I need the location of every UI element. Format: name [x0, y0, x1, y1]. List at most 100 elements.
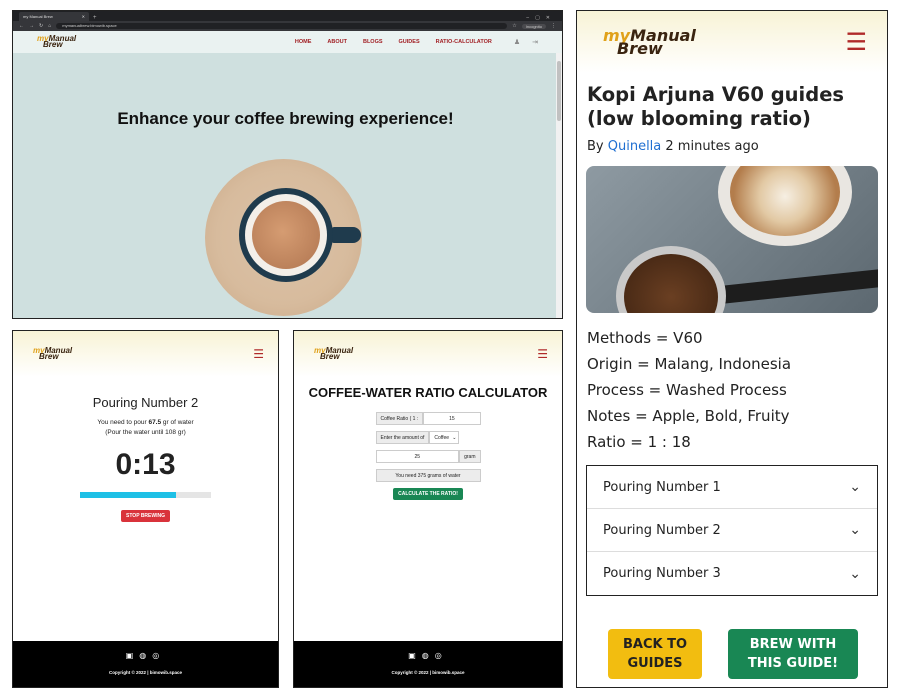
amount-input[interactable]: 25	[375, 450, 460, 463]
info-origin: Origin = Malang, Indonesia	[587, 355, 792, 373]
browser-tab[interactable]: my Manual Brew ✕	[19, 12, 89, 21]
calculate-ratio-button[interactable]: CALCULATE THE RATIO!	[393, 488, 463, 500]
logo-text-brew: Brew	[43, 40, 63, 49]
guide-info: Methods = V60 Origin = Malang, Indonesia…	[587, 325, 877, 455]
timer-screenshot: myManual Brew ☰ Pouring Number 2 You nee…	[12, 330, 279, 688]
back-to-guides-button[interactable]: BACK TO GUIDES	[608, 629, 702, 679]
instruction-amount: 67.5	[148, 419, 162, 426]
stop-brewing-button[interactable]: STOP BREWING	[121, 510, 170, 522]
chevron-down-icon: ⌄	[849, 522, 861, 538]
guide-screenshot: myManual Brew ☰ Kopi Arjuna V60 guides (…	[576, 10, 888, 688]
hero-section: Enhance your coffee brewing experience!	[13, 53, 558, 318]
back-button-line2: GUIDES	[627, 656, 683, 671]
pour-progress-fill	[80, 492, 176, 498]
browser-tab-title: my Manual Brew	[23, 14, 53, 19]
countdown-clock: 0:13	[115, 448, 176, 481]
hamburger-menu-icon[interactable]: ☰	[253, 348, 264, 360]
linkedin-icon[interactable]: ▣	[408, 651, 422, 660]
mobile-header: myManual Brew ☰	[577, 11, 887, 73]
nav-menu: HOME ABOUT BLOGS GUIDES RATIO-CALCULATOR	[295, 39, 492, 45]
incognito-badge[interactable]: Incognito	[521, 23, 546, 29]
mobile-header: myManual Brew ☰	[294, 331, 562, 377]
info-ratio: Ratio = 1 : 18	[587, 433, 691, 451]
quantity-row: 25 gram	[375, 450, 481, 463]
cup-handle-image	[331, 227, 361, 243]
site-logo[interactable]: myManual Brew	[603, 28, 696, 57]
linkedin-icon[interactable]: ▣	[126, 651, 140, 660]
back-icon[interactable]: ←	[19, 23, 24, 29]
nav-about[interactable]: ABOUT	[327, 39, 347, 45]
accordion-item[interactable]: Pouring Number 3 ⌄	[587, 552, 877, 595]
brew-button-line2: THIS GUIDE!	[747, 656, 839, 671]
chevron-down-icon: ⌄	[452, 434, 457, 441]
instagram-icon[interactable]: ◎	[152, 651, 165, 660]
ratio-row: Coffee Ratio ( 1 : 15	[375, 412, 481, 425]
nav-blogs[interactable]: BLOGS	[363, 39, 383, 45]
nav-home[interactable]: HOME	[295, 39, 312, 45]
globe-icon[interactable]: ◍	[139, 651, 152, 660]
reload-icon[interactable]: ↻	[39, 23, 43, 29]
accordion-item[interactable]: Pouring Number 1 ⌄	[587, 466, 877, 509]
ingredient-select[interactable]: Coffee ⌄	[429, 431, 460, 444]
guide-title: Kopi Arjuna V60 guides (low blooming rat…	[587, 83, 845, 130]
ratio-form: Coffee Ratio ( 1 : 15 Enter the amount o…	[375, 412, 481, 500]
nav-ratio-calculator[interactable]: RATIO-CALCULATOR	[436, 39, 492, 45]
coffee-surface-image	[252, 201, 320, 269]
logo-text-brew: Brew	[320, 352, 340, 361]
site-navbar: myManual Brew HOME ABOUT BLOGS GUIDES RA…	[13, 31, 562, 53]
guide-actions: BACK TO GUIDES BREW WITH THIS GUIDE!	[577, 629, 887, 679]
ratio-input[interactable]: 15	[423, 412, 481, 425]
portafilter-handle-image	[705, 268, 878, 306]
byline-time: 2 minutes ago	[661, 139, 759, 154]
accordion-item-label: Pouring Number 3	[603, 566, 721, 581]
new-tab-icon[interactable]: +	[93, 15, 97, 21]
social-icons: ▣◍◎	[13, 641, 278, 660]
nav-icons: ♟ ⇥	[514, 38, 538, 46]
hamburger-menu-icon[interactable]: ☰	[845, 30, 867, 54]
hamburger-menu-icon[interactable]: ☰	[537, 348, 548, 360]
scrollbar[interactable]	[556, 53, 562, 318]
footer-copyright: Copyright © 2022 | bimowib.space	[391, 670, 465, 675]
close-icon[interactable]: ✕	[82, 14, 85, 19]
menu-kebab-icon[interactable]: ⋮	[551, 23, 556, 29]
social-icons: ▣◍◎	[294, 641, 562, 660]
mobile-header: myManual Brew ☰	[13, 331, 278, 377]
pouring-title: Pouring Number 2	[92, 395, 199, 410]
ratio-result: You need 375 grams of water	[375, 469, 481, 482]
accordion-item[interactable]: Pouring Number 2 ⌄	[587, 509, 877, 552]
info-notes: Notes = Apple, Bold, Fruity	[587, 407, 790, 425]
pour-progress-bar	[80, 492, 211, 498]
guide-photo	[586, 166, 878, 313]
chevron-down-icon: ⌄	[849, 479, 861, 495]
site-logo[interactable]: myManual Brew	[33, 347, 72, 361]
info-methods: Methods = V60	[587, 329, 703, 347]
scrollbar-thumb[interactable]	[557, 61, 561, 121]
brew-with-guide-button[interactable]: BREW WITH THIS GUIDE!	[728, 629, 858, 679]
chevron-down-icon: ⌄	[849, 565, 861, 582]
desktop-screenshot: my Manual Brew ✕ + –▢✕ ← → ↻ ⌂ mymanualb…	[12, 10, 563, 319]
accordion-item-label: Pouring Number 2	[603, 522, 721, 538]
instruction-prefix: You need to pour	[97, 419, 149, 426]
user-icon[interactable]: ♟	[514, 38, 520, 46]
accordion-item-label: Pouring Number 1	[603, 479, 721, 495]
author-link[interactable]: Quinella	[608, 139, 662, 154]
unit-label: gram	[459, 450, 481, 463]
window-controls[interactable]: –▢✕	[526, 15, 562, 21]
site-logo[interactable]: myManual Brew	[37, 35, 76, 49]
instagram-icon[interactable]: ◎	[435, 651, 448, 660]
star-icon[interactable]: ☆	[512, 23, 516, 29]
nav-guides[interactable]: GUIDES	[399, 39, 420, 45]
address-bar[interactable]: mymanualbrew.bimowib.space	[56, 23, 508, 29]
home-icon[interactable]: ⌂	[48, 23, 51, 29]
browser-toolbar: ← → ↻ ⌂ mymanualbrew.bimowib.space ☆ Inc…	[13, 21, 562, 31]
calculator-screenshot: myManual Brew ☰ COFFEE-WATER RATIO CALCU…	[293, 330, 563, 688]
logout-icon[interactable]: ⇥	[532, 38, 538, 46]
site-logo[interactable]: myManual Brew	[314, 347, 353, 361]
browser-tab-strip: my Manual Brew ✕ + –▢✕	[13, 11, 562, 21]
amount-row: Enter the amount of Coffee ⌄	[375, 431, 481, 444]
hero-heading: Enhance your coffee brewing experience!	[117, 109, 454, 128]
back-button-line1: BACK TO	[622, 637, 688, 652]
logo-text-brew: Brew	[39, 352, 59, 361]
forward-icon[interactable]: →	[29, 23, 34, 29]
globe-icon[interactable]: ◍	[422, 651, 435, 660]
